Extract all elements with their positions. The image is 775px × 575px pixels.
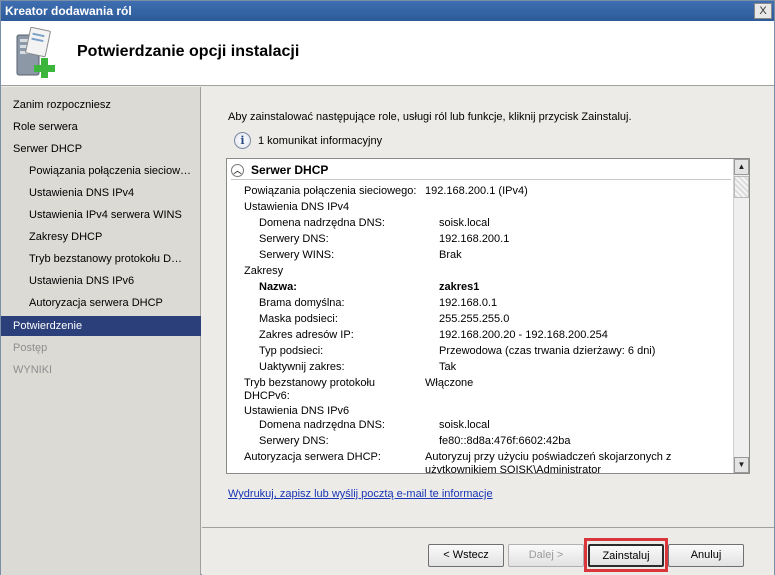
print-save-email-link[interactable]: Wydrukuj, zapisz lub wyślij pocztą e-mai…	[228, 488, 493, 500]
scroll-up-arrow-icon[interactable]: ▲	[734, 159, 749, 175]
detail-label: Domena nadrzędna DNS:	[259, 217, 385, 229]
detail-value: Tak	[439, 361, 457, 373]
title-bar: Kreator dodawania ról X	[1, 1, 774, 21]
detail-value: 192.168.200.1 (IPv4)	[425, 185, 528, 197]
detail-value: Autoryzuj przy użyciu poświadczeń skojar…	[425, 451, 672, 463]
detail-value: soisk.local	[439, 217, 490, 229]
detail-value: soisk.local	[439, 419, 490, 431]
server-add-icon	[16, 27, 55, 78]
close-button[interactable]: X	[754, 3, 772, 19]
detail-heading: Ustawienia DNS IPv6	[244, 405, 350, 417]
detail-value: 192.168.200.1	[439, 233, 510, 245]
back-button[interactable]: < Wstecz	[428, 544, 504, 567]
detail-label: Domena nadrzędna DNS:	[259, 419, 385, 431]
info-message: 1 komunikat informacyjny	[258, 135, 383, 147]
detail-label: Uaktywnij zakres:	[259, 361, 345, 373]
nav-item-before-you-begin[interactable]: Zanim rozpoczniesz	[1, 95, 201, 115]
nav-item-confirmation[interactable]: Potwierdzenie	[1, 316, 201, 336]
details-scrollbar[interactable]: ▲ ▼	[733, 159, 749, 473]
nav-item-wins-ipv4[interactable]: Ustawienia IPv4 serwera WINS	[1, 205, 201, 225]
wizard-nav: Zanim rozpoczniesz Role serwera Serwer D…	[1, 87, 201, 575]
detail-label: Powiązania połączenia sieciowego:	[244, 185, 417, 197]
nav-item-network-bindings[interactable]: Powiązania połączenia sieciow…	[1, 161, 201, 181]
detail-label: Typ podsieci:	[259, 345, 324, 357]
install-button[interactable]: Zainstaluj	[588, 544, 664, 567]
detail-label: Serwery DNS:	[259, 435, 329, 447]
detail-label: Serwery WINS:	[259, 249, 335, 261]
add-roles-wizard-window: Kreator dodawania ról X Potwierdzanie op…	[0, 0, 775, 575]
cancel-button[interactable]: Anuluj	[668, 544, 744, 567]
detail-value: Przewodowa (czas trwania dzierżawy: 6 dn…	[439, 345, 656, 357]
detail-label: Nazwa:	[259, 281, 297, 293]
detail-value: fe80::8d8a:476f:6602:42ba	[439, 435, 571, 447]
nav-item-dhcpv6-stateless[interactable]: Tryb bezstanowy protokołu D…	[1, 249, 201, 269]
section-divider	[231, 179, 731, 180]
detail-label: DHCPv6:	[244, 390, 290, 402]
detail-heading: Zakresy	[244, 265, 284, 277]
nav-item-dhcp-scopes[interactable]: Zakresy DHCP	[1, 227, 201, 247]
scroll-thumb[interactable]	[734, 176, 749, 198]
detail-label: Tryb bezstanowy protokołu	[244, 377, 376, 389]
detail-value: 255.255.255.0	[439, 313, 510, 325]
detail-label: Maska podsieci:	[259, 313, 338, 325]
wizard-header: Potwierdzanie opcji instalacji	[1, 21, 774, 86]
nav-item-server-roles[interactable]: Role serwera	[1, 117, 201, 137]
detail-value: 192.168.0.1	[439, 297, 498, 309]
detail-label: Serwery DNS:	[259, 233, 329, 245]
detail-label: Autoryzacja serwera DHCP:	[244, 451, 381, 463]
nav-item-dns-ipv6[interactable]: Ustawienia DNS IPv6	[1, 271, 201, 291]
footer-divider	[202, 527, 774, 528]
detail-value: 192.168.200.20 - 192.168.200.254	[439, 329, 608, 341]
detail-value: użytkownikiem SOISK\Administrator	[425, 464, 602, 473]
nav-item-dhcp-server[interactable]: Serwer DHCP	[1, 139, 201, 159]
next-button: Dalej >	[508, 544, 584, 567]
confirmation-details: ︿ Serwer DHCP Powiązania połączenia siec…	[226, 158, 750, 474]
nav-item-dhcp-authorization[interactable]: Autoryzacja serwera DHCP	[1, 293, 201, 313]
window-title: Kreator dodawania ról	[5, 4, 132, 18]
detail-label: Zakres adresów IP:	[259, 329, 354, 341]
scroll-down-arrow-icon[interactable]: ▼	[734, 457, 749, 473]
detail-label: Brama domyślna:	[259, 297, 345, 309]
nav-item-progress: Postęp	[13, 342, 48, 354]
detail-value: Włączone	[425, 377, 474, 389]
page-title: Potwierdzanie opcji instalacji	[77, 43, 300, 60]
collapse-icon[interactable]: ︿	[231, 164, 244, 177]
details-content: ︿ Serwer DHCP Powiązania połączenia siec…	[227, 159, 732, 473]
detail-heading: Ustawienia DNS IPv4	[244, 201, 350, 213]
detail-value: Brak	[439, 249, 462, 261]
info-icon: i	[234, 132, 251, 149]
intro-text: Aby zainstalować następujące role, usług…	[228, 111, 632, 123]
nav-item-dns-ipv4[interactable]: Ustawienia DNS IPv4	[1, 183, 201, 203]
nav-item-results: WYNIKI	[13, 364, 53, 376]
section-title: Serwer DHCP	[251, 163, 329, 177]
detail-value: zakres1	[439, 281, 480, 293]
wizard-content: Aby zainstalować następujące role, usług…	[202, 87, 774, 575]
